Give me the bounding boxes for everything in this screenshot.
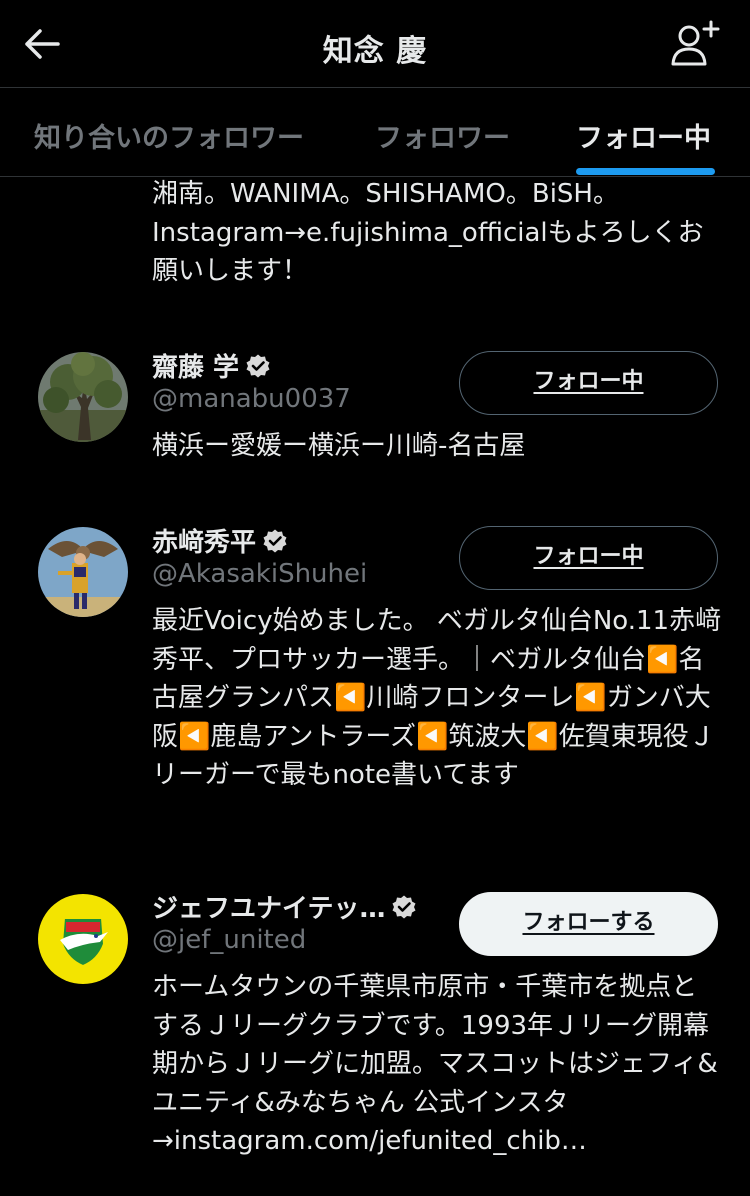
tab-mutual-followers[interactable]: 知り合いのフォロワー (34, 116, 304, 155)
user-bio: 最近Voicy始めました。 ベガルタ仙台No.11赤﨑秀平、プロサッカー選手。｜… (152, 606, 722, 790)
following-screen: 知念 慶 知り合いのフォロワー フォロワー フォロー中 湘南。WANIMA。SH… (0, 0, 750, 1196)
following-button[interactable]: フォロー中 (459, 526, 718, 590)
tab-following[interactable]: フォロー中 (576, 116, 711, 155)
name-row: ジェフユナイテッ… (152, 888, 417, 925)
avatar[interactable] (38, 527, 128, 617)
following-button[interactable]: フォロー中 (459, 351, 718, 415)
person-plus-icon (671, 20, 720, 66)
tab-followers[interactable]: フォロワー (375, 116, 510, 155)
verified-badge-icon (392, 895, 416, 918)
user-name[interactable]: 赤﨑秀平 (152, 522, 256, 559)
avatar[interactable] (38, 894, 128, 984)
user-name[interactable]: ジェフユナイテッ… (152, 888, 385, 925)
follow-tabs: 知り合いのフォロワー フォロワー フォロー中 (0, 89, 750, 177)
club-crest-image (38, 894, 128, 984)
user-handle: @jef_united (152, 925, 307, 955)
user-bio: 横浜ー愛媛ー横浜ー川崎-名古屋 (152, 431, 526, 461)
user-handle: @AkasakiShuhei (152, 559, 368, 589)
active-tab-indicator (576, 168, 715, 175)
user-bio-partial: 湘南。WANIMA。SHISHAMO。BiSH。Instagram→e.fuji… (152, 179, 704, 286)
add-user-button[interactable] (670, 18, 722, 70)
name-row: 齋藤 学 (152, 347, 271, 384)
illustration-image (38, 527, 128, 617)
tree-photo-image (38, 352, 128, 442)
avatar[interactable] (38, 352, 128, 442)
verified-badge-icon (263, 529, 287, 552)
top-bar: 知念 慶 (0, 0, 750, 88)
verified-badge-icon (246, 354, 270, 377)
name-row: 赤﨑秀平 (152, 522, 288, 559)
follow-button[interactable]: フォローする (459, 892, 718, 956)
user-handle: @manabu0037 (152, 384, 351, 414)
user-bio: ホームタウンの千葉県市原市・千葉市を拠点とするＪリーグクラブです。1993年Ｊリ… (152, 972, 718, 1156)
page-title: 知念 慶 (322, 34, 428, 69)
user-name[interactable]: 齋藤 学 (152, 347, 239, 384)
